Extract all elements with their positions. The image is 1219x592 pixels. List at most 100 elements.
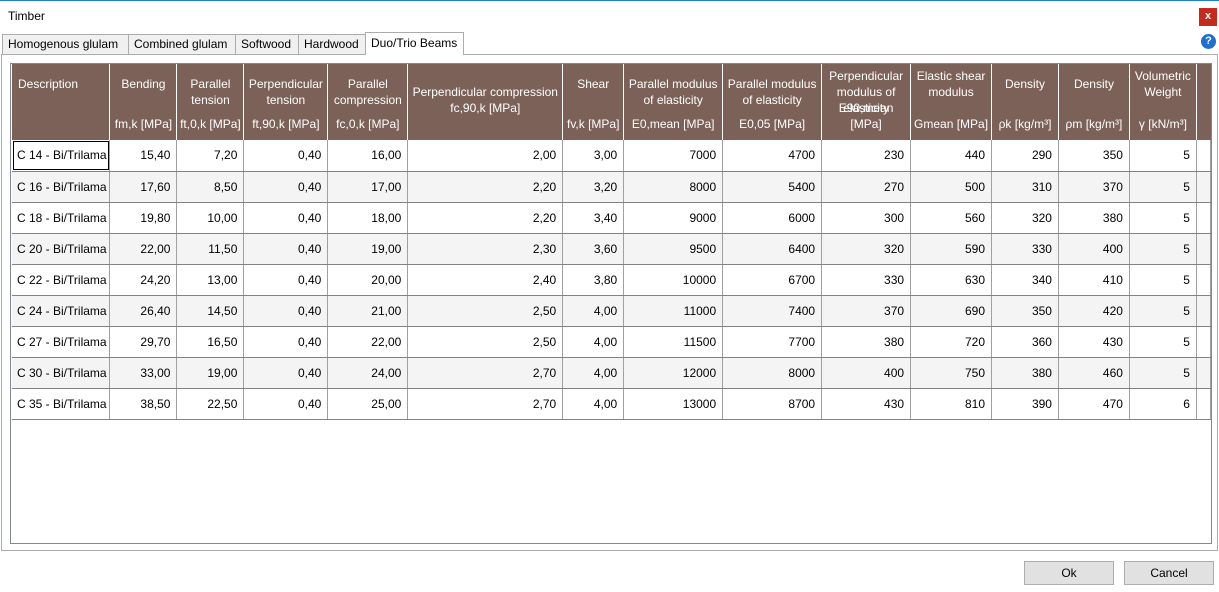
- table-cell[interactable]: 16,50: [176, 326, 245, 358]
- table-cell[interactable]: 290: [991, 140, 1059, 172]
- table-cell[interactable]: 690: [910, 295, 993, 327]
- table-cell[interactable]: 17,00: [327, 171, 409, 203]
- table-row[interactable]: C 30 - Bi/Trilama 33,00 19,00 0,40 24,00 2,70…: [12, 357, 1211, 389]
- table-cell[interactable]: 8000: [722, 357, 823, 389]
- table-cell[interactable]: 500: [910, 171, 993, 203]
- table-cell[interactable]: 470: [1058, 388, 1130, 420]
- table-cell[interactable]: 6000: [722, 202, 823, 234]
- table-cell[interactable]: 0,40: [243, 202, 329, 234]
- table-cell[interactable]: 18,00: [327, 202, 409, 234]
- table-cell[interactable]: 0,40: [243, 233, 329, 265]
- table-cell[interactable]: 6: [1129, 388, 1197, 420]
- table-cell[interactable]: 5: [1129, 140, 1197, 172]
- table-cell[interactable]: 230: [821, 140, 912, 172]
- table-cell[interactable]: 11000: [623, 295, 724, 327]
- table-cell[interactable]: 380: [1058, 202, 1130, 234]
- table-cell[interactable]: 3,60: [562, 233, 625, 265]
- column-header-perpendicular-modulus[interactable]: Perpendicular modulus of elasticity E90,m…: [821, 64, 912, 140]
- column-header-parallel-compression[interactable]: Parallel compression fc,0,k [MPa]: [327, 64, 409, 140]
- table-cell[interactable]: 0,40: [243, 171, 329, 203]
- column-header-density-m[interactable]: Density ρm [kg/m³]: [1058, 64, 1130, 140]
- table-cell[interactable]: 19,00: [176, 357, 245, 389]
- table-cell[interactable]: 10000: [623, 264, 724, 296]
- table-cell[interactable]: 4,00: [562, 388, 625, 420]
- column-header-volumetric-weight[interactable]: Volumetric Weight γ [kN/m³]: [1129, 64, 1197, 140]
- table-cell[interactable]: 560: [910, 202, 993, 234]
- table-cell[interactable]: 330: [821, 264, 912, 296]
- cell-description[interactable]: C 20 - Bi/Trilama: [12, 233, 111, 265]
- table-cell[interactable]: 350: [991, 295, 1059, 327]
- cell-description[interactable]: C 27 - Bi/Trilama: [12, 326, 111, 358]
- table-cell[interactable]: 20,00: [327, 264, 409, 296]
- table-cell[interactable]: 810: [910, 388, 993, 420]
- table-cell[interactable]: 270: [821, 171, 912, 203]
- table-cell[interactable]: 320: [821, 233, 912, 265]
- table-cell[interactable]: 430: [821, 388, 912, 420]
- cell-description[interactable]: C 22 - Bi/Trilama: [12, 264, 111, 296]
- table-cell[interactable]: 390: [991, 388, 1059, 420]
- table-cell[interactable]: 24,00: [327, 357, 409, 389]
- table-cell[interactable]: 460: [1058, 357, 1130, 389]
- table-row[interactable]: C 20 - Bi/Trilama 22,00 11,50 0,40 19,00 2,30…: [12, 233, 1211, 265]
- table-cell[interactable]: 0,40: [243, 388, 329, 420]
- table-row[interactable]: C 18 - Bi/Trilama 19,80 10,00 0,40 18,00 2,20…: [12, 202, 1211, 234]
- column-header-parallel-modulus-mean[interactable]: Parallel modulus of elasticity E0,mean [M…: [623, 64, 724, 140]
- column-header-density-k[interactable]: Density ρk [kg/m³]: [991, 64, 1059, 140]
- column-header-shear-modulus[interactable]: Elastic shear modulus Gmean [MPa]: [910, 64, 993, 140]
- table-cell[interactable]: 0,40: [243, 357, 329, 389]
- table-cell[interactable]: 360: [991, 326, 1059, 358]
- table-cell[interactable]: 750: [910, 357, 993, 389]
- table-cell[interactable]: 2,70: [407, 357, 564, 389]
- table-cell[interactable]: 10,00: [176, 202, 245, 234]
- table-cell[interactable]: 5: [1129, 264, 1197, 296]
- table-cell[interactable]: 4,00: [562, 357, 625, 389]
- table-cell[interactable]: 320: [991, 202, 1059, 234]
- table-cell[interactable]: 9000: [623, 202, 724, 234]
- table-cell[interactable]: 13,00: [176, 264, 245, 296]
- table-cell[interactable]: 350: [1058, 140, 1130, 172]
- cell-description[interactable]: C 18 - Bi/Trilama: [12, 202, 111, 234]
- table-cell[interactable]: 16,00: [327, 140, 409, 172]
- table-cell[interactable]: 7400: [722, 295, 823, 327]
- table-cell[interactable]: 0,40: [243, 295, 329, 327]
- table-cell[interactable]: 310: [991, 171, 1059, 203]
- table-cell[interactable]: 11500: [623, 326, 724, 358]
- table-cell[interactable]: 330: [991, 233, 1059, 265]
- table-cell[interactable]: 380: [991, 357, 1059, 389]
- table-cell[interactable]: 430: [1058, 326, 1130, 358]
- table-cell[interactable]: 19,00: [327, 233, 409, 265]
- cell-description[interactable]: C 24 - Bi/Trilama: [12, 295, 111, 327]
- table-row[interactable]: C 24 - Bi/Trilama 26,40 14,50 0,40 21,00 2,50…: [12, 295, 1211, 327]
- table-cell[interactable]: 38,50: [109, 388, 178, 420]
- table-cell[interactable]: 2,40: [407, 264, 564, 296]
- table-cell[interactable]: 440: [910, 140, 993, 172]
- table-cell[interactable]: 5: [1129, 171, 1197, 203]
- table-cell[interactable]: 22,50: [176, 388, 245, 420]
- table-cell[interactable]: 3,00: [562, 140, 625, 172]
- column-header-parallel-tension[interactable]: Parallel tension ft,0,k [MPa]: [176, 64, 245, 140]
- table-cell[interactable]: 2,70: [407, 388, 564, 420]
- table-cell[interactable]: 7000: [623, 140, 724, 172]
- table-cell[interactable]: 3,20: [562, 171, 625, 203]
- column-header-perpendicular-compression[interactable]: Perpendicular compression fc,90,k [MPa]: [407, 64, 564, 140]
- table-cell[interactable]: 19,80: [109, 202, 178, 234]
- table-cell[interactable]: 5: [1129, 357, 1197, 389]
- table-cell[interactable]: 4,00: [562, 326, 625, 358]
- table-cell[interactable]: 300: [821, 202, 912, 234]
- table-cell[interactable]: 33,00: [109, 357, 178, 389]
- table-cell[interactable]: 370: [1058, 171, 1130, 203]
- tab-softwood[interactable]: Softwood: [235, 34, 299, 54]
- table-cell[interactable]: 3,80: [562, 264, 625, 296]
- column-header-bending[interactable]: Bending fm,k [MPa]: [109, 64, 178, 140]
- close-button[interactable]: x: [1199, 8, 1217, 26]
- table-cell[interactable]: 2,30: [407, 233, 564, 265]
- table-cell[interactable]: 13000: [623, 388, 724, 420]
- table-cell[interactable]: 8700: [722, 388, 823, 420]
- table-cell[interactable]: 630: [910, 264, 993, 296]
- table-cell[interactable]: 5400: [722, 171, 823, 203]
- table-cell[interactable]: 0,40: [243, 140, 329, 172]
- table-cell[interactable]: 11,50: [176, 233, 245, 265]
- ok-button[interactable]: Ok: [1024, 561, 1114, 585]
- table-cell[interactable]: 24,20: [109, 264, 178, 296]
- table-cell[interactable]: 29,70: [109, 326, 178, 358]
